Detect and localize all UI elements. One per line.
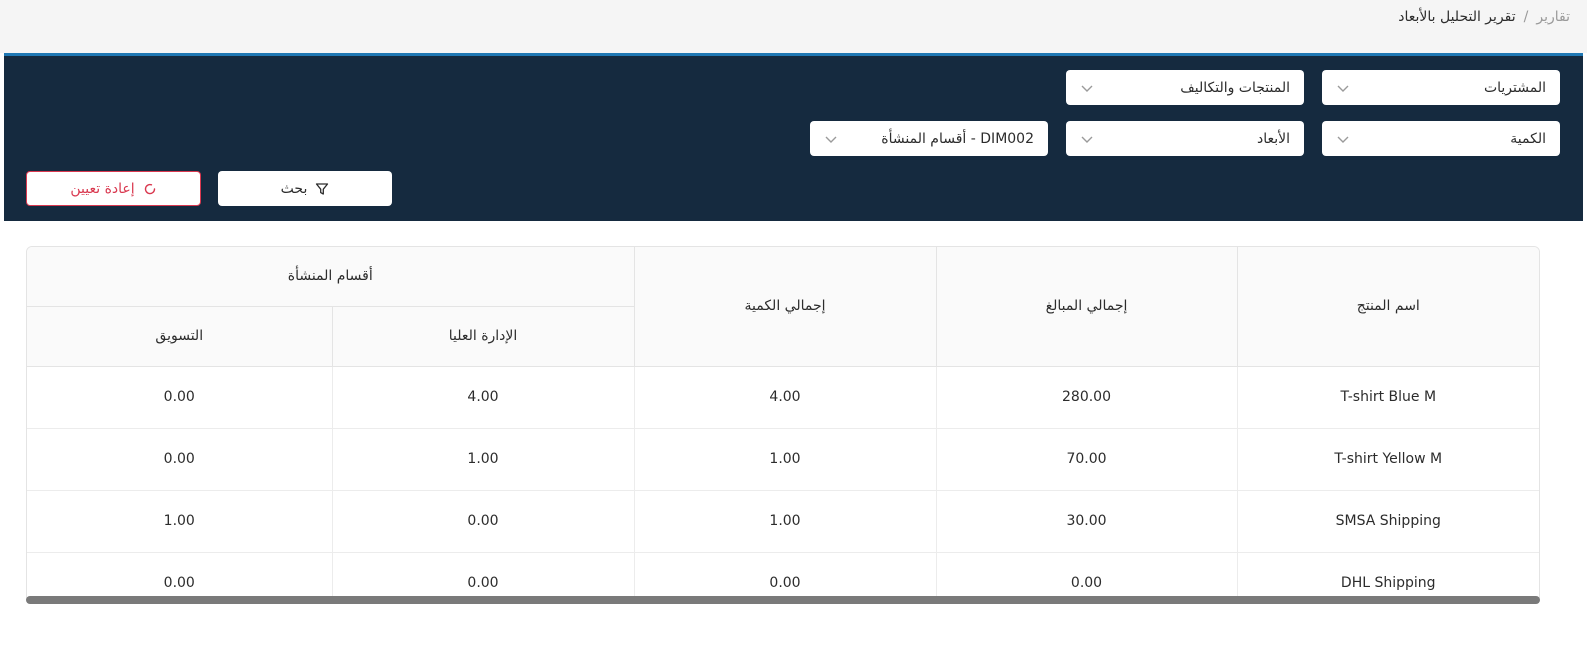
header-sub-top-management[interactable]: الإدارة العليا xyxy=(331,306,634,367)
chevron-down-icon xyxy=(1337,136,1349,143)
filter-icon xyxy=(316,182,329,195)
results-table-container: اسم المنتج إجمالي المبالغ إجمالي الكمية … xyxy=(26,246,1540,598)
dimension-select[interactable]: DIM002 - أقسام المنشأة xyxy=(810,121,1048,156)
cell-product: T-shirt Blue M xyxy=(1236,366,1539,429)
cell-total-qty: 1.00 xyxy=(633,490,936,553)
chevron-down-icon xyxy=(1081,85,1093,92)
cell-sub1: 0.00 xyxy=(331,490,634,553)
cell-total-amount: 280.00 xyxy=(935,366,1237,429)
header-total-amount[interactable]: إجمالي المبالغ xyxy=(935,247,1237,367)
reset-button[interactable]: إعادة تعيين xyxy=(26,171,201,206)
cell-sub2: 0.00 xyxy=(27,428,332,491)
cell-sub2: 0.00 xyxy=(27,366,332,429)
table-row: T-shirt Yellow M 70.00 1.00 1.00 0.00 xyxy=(27,428,1539,491)
cell-product: T-shirt Yellow M xyxy=(1236,428,1539,491)
breadcrumb: تقارير / تقرير التحليل بالأبعاد xyxy=(1398,9,1570,25)
filter-panel: المشتريات المنتجات والتكاليف الكمية الأب… xyxy=(4,53,1583,221)
measure-select-value: الكمية xyxy=(1510,130,1546,147)
cell-product: SMSA Shipping xyxy=(1236,490,1539,553)
results-table: اسم المنتج إجمالي المبالغ إجمالي الكمية … xyxy=(27,247,1539,597)
type-select-value: المشتريات xyxy=(1483,79,1546,96)
table-row: T-shirt Blue M 280.00 4.00 4.00 0.00 xyxy=(27,366,1539,429)
header-product[interactable]: اسم المنتج xyxy=(1236,247,1539,367)
dimension-select-value: DIM002 - أقسام المنشأة xyxy=(881,130,1034,147)
breadcrumb-separator: / xyxy=(1523,9,1529,25)
cell-sub2: 1.00 xyxy=(27,490,332,553)
cell-total-amount: 0.00 xyxy=(935,552,1237,597)
group-by-select[interactable]: الأبعاد xyxy=(1066,121,1304,156)
chevron-down-icon xyxy=(825,136,837,143)
chevron-down-icon xyxy=(1081,136,1093,143)
search-button[interactable]: بحث xyxy=(218,171,392,206)
search-button-label: بحث xyxy=(280,180,308,197)
cell-total-amount: 70.00 xyxy=(935,428,1237,491)
cell-sub2: 0.00 xyxy=(27,552,332,597)
chevron-down-icon xyxy=(1337,85,1349,92)
top-bar: تقارير / تقرير التحليل بالأبعاد xyxy=(0,0,1587,53)
measure-select[interactable]: الكمية xyxy=(1322,121,1560,156)
breadcrumb-current: تقرير التحليل بالأبعاد xyxy=(1398,9,1516,25)
table-row: SMSA Shipping 30.00 1.00 0.00 1.00 xyxy=(27,490,1539,553)
header-total-qty[interactable]: إجمالي الكمية xyxy=(633,247,936,367)
cell-sub1: 1.00 xyxy=(331,428,634,491)
horizontal-scrollbar[interactable] xyxy=(26,596,1540,604)
cell-total-amount: 30.00 xyxy=(935,490,1237,553)
breadcrumb-root-link[interactable]: تقارير xyxy=(1536,9,1570,25)
cell-sub1: 4.00 xyxy=(331,366,634,429)
table-row: DHL Shipping 0.00 0.00 0.00 0.00 xyxy=(27,552,1539,597)
header-group-dimension: أقسام المنشأة xyxy=(27,247,634,307)
category-select[interactable]: المنتجات والتكاليف xyxy=(1066,70,1304,105)
category-select-value: المنتجات والتكاليف xyxy=(1180,79,1290,96)
cell-product: DHL Shipping xyxy=(1236,552,1539,597)
type-select[interactable]: المشتريات xyxy=(1322,70,1560,105)
refresh-icon xyxy=(144,183,155,194)
cell-total-qty: 1.00 xyxy=(633,428,936,491)
cell-sub1: 0.00 xyxy=(331,552,634,597)
cell-total-qty: 4.00 xyxy=(633,366,936,429)
cell-total-qty: 0.00 xyxy=(633,552,936,597)
group-by-select-value: الأبعاد xyxy=(1256,130,1290,147)
header-sub-marketing[interactable]: التسويق xyxy=(27,306,332,367)
reset-button-label: إعادة تعيين xyxy=(70,180,135,197)
